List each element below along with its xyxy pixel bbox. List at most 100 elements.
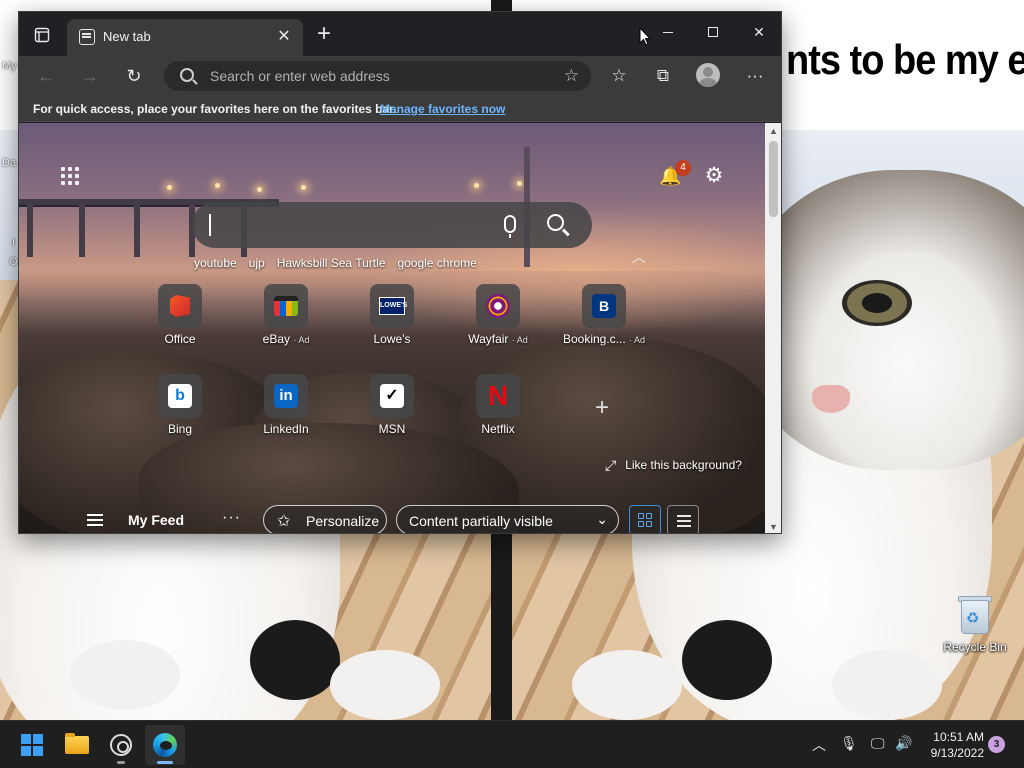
ebay-icon xyxy=(274,296,298,316)
quick-link-bing[interactable]: b Bing xyxy=(134,374,226,444)
recycle-bin-label: Recycle Bin xyxy=(943,640,1007,654)
page-settings-button[interactable]: ⚙ xyxy=(703,165,725,187)
apps-launcher-icon[interactable] xyxy=(61,167,79,185)
quick-link-label: Lowe's xyxy=(373,332,411,346)
forward-button[interactable]: → xyxy=(75,62,105,90)
wallpaper-heading: nts to be my ene xyxy=(786,37,1024,85)
minimize-icon xyxy=(663,31,673,33)
desktop-icon-fragment[interactable]: My xyxy=(2,60,17,72)
content-visibility-value: Content partially visible xyxy=(409,513,553,529)
edge-button[interactable] xyxy=(145,725,185,765)
menu-icon[interactable] xyxy=(87,514,103,526)
notification-badge: 4 xyxy=(675,160,691,176)
volume-icon[interactable]: 🔊 xyxy=(895,735,912,752)
search-icon[interactable] xyxy=(547,214,564,231)
msn-icon: ✓ xyxy=(380,384,404,408)
notifications-button[interactable]: 🔔 4 xyxy=(659,160,691,188)
quick-link-msn[interactable]: ✓ MSN xyxy=(346,374,438,444)
list-view-button[interactable] xyxy=(667,505,699,533)
manage-favorites-link[interactable]: Manage favorites now xyxy=(380,102,505,116)
tab-actions-button[interactable] xyxy=(25,20,59,50)
favorites-star-icon: ☆ xyxy=(611,66,627,85)
title-bar[interactable]: New tab ✕ + ✕ xyxy=(19,12,781,56)
tab-new-tab[interactable]: New tab ✕ xyxy=(67,19,303,56)
close-window-button[interactable]: ✕ xyxy=(736,18,781,46)
collapse-quick-links-button[interactable]: ︿ xyxy=(631,247,647,265)
quick-link-wayfair[interactable]: Wayfair · Ad xyxy=(452,284,544,354)
microphone-icon[interactable]: 🎙 xyxy=(840,735,858,752)
suggestion-link[interactable]: ujp xyxy=(249,256,265,272)
notification-badge[interactable]: 3 xyxy=(988,736,1005,753)
office-icon xyxy=(170,295,190,317)
grid-view-button[interactable] xyxy=(629,505,661,533)
text-caret xyxy=(209,214,211,236)
desktop-icon-fragment[interactable]: O xyxy=(9,256,18,268)
suggestion-link[interactable]: google chrome xyxy=(397,256,476,272)
ad-label: · Ad xyxy=(293,335,310,345)
quick-link-ebay[interactable]: eBay · Ad xyxy=(240,284,332,354)
wayfair-icon xyxy=(486,294,510,318)
more-icon: ··· xyxy=(746,66,764,85)
obs-icon xyxy=(110,734,132,756)
chevron-up-icon: ︿ xyxy=(632,249,646,265)
my-feed-title[interactable]: My Feed xyxy=(128,512,184,528)
clock-time: 10:51 AM xyxy=(933,730,984,744)
address-bar[interactable]: ☆ xyxy=(164,61,591,91)
new-tab-page: 🔔 4 ⚙ youtube ujp Hawksbill Sea Turtle g… xyxy=(19,123,765,533)
start-button[interactable] xyxy=(12,725,52,765)
recycle-bin[interactable]: ♻ Recycle Bin xyxy=(938,594,1012,654)
quick-link-label: Netflix xyxy=(481,422,515,436)
content-visibility-dropdown[interactable]: Content partially visible ⌄ xyxy=(396,505,619,533)
tab-title: New tab xyxy=(103,29,151,44)
chevron-down-icon: ⌄ xyxy=(596,511,608,527)
clock-date: 9/13/2022 xyxy=(930,746,984,760)
personalize-label: Personalize xyxy=(306,513,380,529)
refresh-button[interactable]: ↻ xyxy=(119,62,149,90)
quick-link-booking[interactable]: B Booking.c... · Ad xyxy=(558,284,650,354)
desktop-icon-fragment[interactable]: I xyxy=(12,237,15,249)
quick-link-linkedin[interactable]: in LinkedIn xyxy=(240,374,332,444)
quick-link-office[interactable]: Office xyxy=(134,284,226,354)
web-search-box[interactable] xyxy=(192,202,592,248)
tab-actions-icon xyxy=(34,27,50,43)
show-hidden-icons-button[interactable]: ︿ xyxy=(812,735,826,755)
clock[interactable]: 10:51 AM 9/13/2022 xyxy=(922,729,984,761)
maximize-button[interactable] xyxy=(690,18,736,46)
add-site-button[interactable]: + xyxy=(592,396,612,420)
file-explorer-button[interactable] xyxy=(57,725,97,765)
desktop-icon-fragment[interactable]: Da xyxy=(2,157,16,169)
back-button[interactable]: ← xyxy=(31,62,61,90)
settings-and-more-button[interactable]: ··· xyxy=(740,62,770,90)
suggestion-link[interactable]: youtube xyxy=(194,256,237,272)
scrollbar-thumb[interactable] xyxy=(769,141,778,217)
active-indicator xyxy=(157,761,173,764)
quick-link-netflix[interactable]: N Netflix xyxy=(452,374,544,444)
quick-link-label: Booking.c... xyxy=(562,332,626,346)
minimize-button[interactable] xyxy=(645,18,691,46)
list-view-icon xyxy=(677,515,691,517)
microphone-icon[interactable] xyxy=(504,215,516,238)
scroll-down-icon[interactable]: ▼ xyxy=(769,522,778,532)
collections-button[interactable]: ⧉ xyxy=(648,62,678,90)
like-background-button[interactable]: ⤢ Like this background? xyxy=(605,457,742,473)
favorites-button[interactable]: ☆ xyxy=(604,62,634,90)
profile-avatar[interactable] xyxy=(696,63,720,87)
add-favorite-icon[interactable]: ☆ xyxy=(564,66,579,86)
network-icon[interactable]: 🖵 xyxy=(871,735,885,752)
recycle-bin-icon: ♻ xyxy=(958,594,992,634)
ad-label: · Ad xyxy=(511,335,528,345)
personalize-button[interactable]: ✩ Personalize xyxy=(263,505,387,533)
obs-button[interactable] xyxy=(101,725,141,765)
scroll-up-icon[interactable]: ▲ xyxy=(769,126,778,136)
quick-link-label: eBay xyxy=(262,332,290,346)
tab-close-button[interactable]: ✕ xyxy=(273,26,295,48)
address-input[interactable] xyxy=(210,65,540,87)
booking-icon: B xyxy=(592,294,616,318)
quick-link-lowes[interactable]: LOWE'S Lowe's xyxy=(346,284,438,354)
personalize-icon: ✩ xyxy=(277,513,291,530)
new-tab-button[interactable]: + xyxy=(310,21,338,49)
suggestion-link[interactable]: Hawksbill Sea Turtle xyxy=(277,256,386,272)
feed-more-button[interactable]: ··· xyxy=(222,509,241,527)
taskbar: ︿ 🎙 🖵 🔊 10:51 AM 9/13/2022 3 xyxy=(0,720,1024,768)
page-scrollbar[interactable]: ▲ ▼ xyxy=(765,123,781,533)
